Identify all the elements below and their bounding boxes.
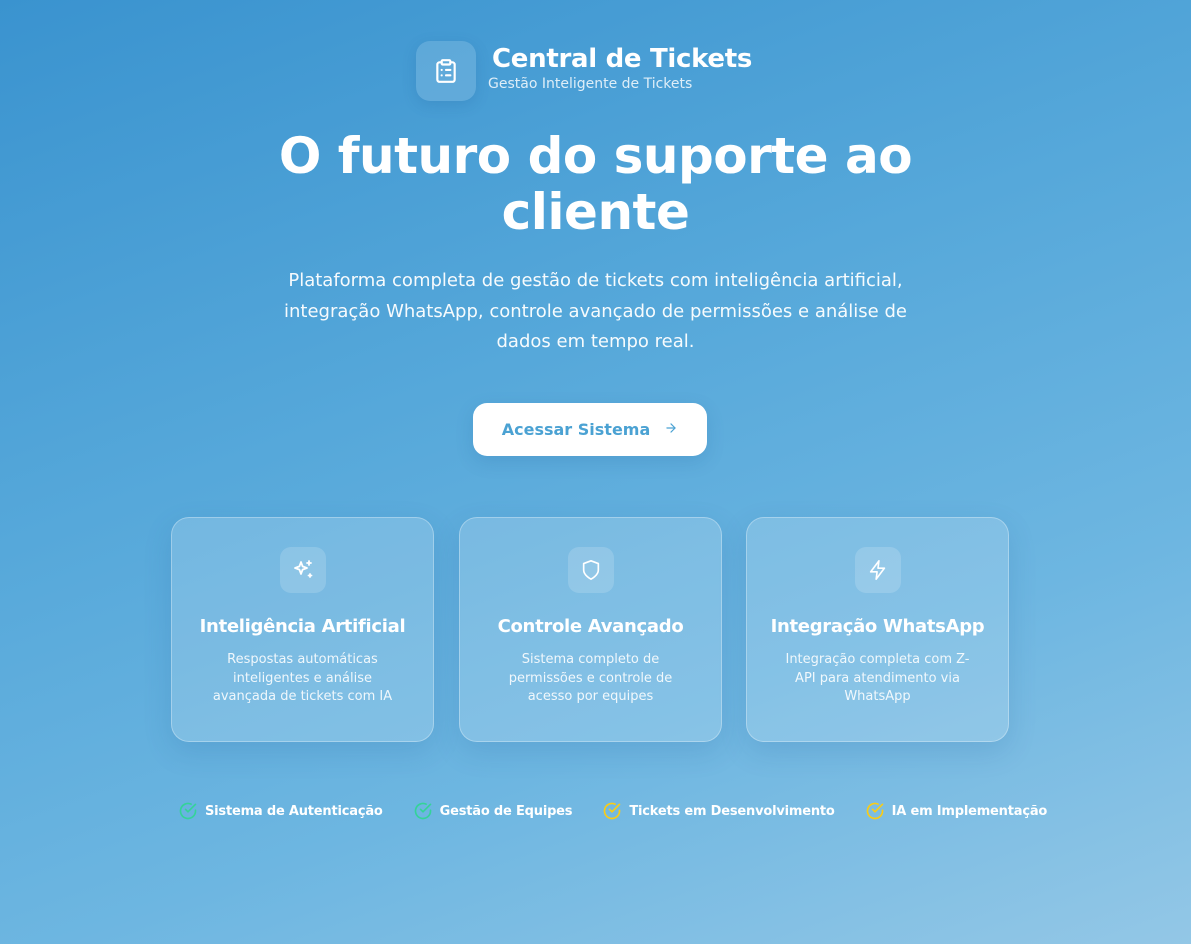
access-system-button[interactable]: Acessar Sistema	[473, 403, 707, 456]
hero-description: Plataforma completa de gestão de tickets…	[284, 270, 907, 352]
status-item-ai: IA em Implementação	[865, 801, 1048, 821]
feature-card-control: Controle Avançado Sistema completo de pe…	[459, 517, 722, 742]
feature-description: Integração completa com Z-API para atend…	[785, 652, 970, 704]
feature-description: Sistema completo de permissões e control…	[508, 652, 673, 704]
check-circle-icon	[414, 802, 431, 820]
clipboard-list-icon	[416, 41, 476, 101]
status-label: Gestão de Equipes	[439, 803, 573, 819]
landing-page: Central de Tickets Gestão Inteligente de…	[0, 0, 1191, 944]
feature-title: Integração WhatsApp	[770, 616, 985, 637]
feature-card-ai: Inteligência Artificial Respostas automá…	[171, 517, 434, 742]
hero-title-line-1: O futuro do suporte ao	[278, 127, 913, 185]
access-system-label: Acessar Sistema	[501, 420, 651, 439]
status-label: Sistema de Autenticação	[205, 803, 383, 819]
status-item-auth: Sistema de Autenticação	[178, 801, 383, 821]
hero-title: O futuro do suporte ao cliente	[0, 128, 1191, 240]
feature-description: Respostas automáticas inteligentes e aná…	[212, 652, 393, 704]
sparkles-icon	[279, 547, 326, 593]
check-circle-icon	[604, 802, 621, 820]
brand-header: Central de Tickets Gestão Inteligente de…	[416, 41, 752, 101]
status-label: IA em Implementação	[891, 803, 1048, 819]
status-list: Sistema de Autenticação Gestão de Equipe…	[178, 801, 1047, 821]
status-item-tickets: Tickets em Desenvolvimento	[602, 801, 835, 821]
status-item-teams: Gestão de Equipes	[413, 801, 573, 821]
lightning-icon	[854, 547, 901, 593]
feature-title: Inteligência Artificial	[199, 616, 406, 637]
status-label: Tickets em Desenvolvimento	[629, 803, 835, 819]
arrow-right-icon	[664, 420, 678, 439]
feature-card-whatsapp: Integração WhatsApp Integração completa …	[746, 517, 1009, 742]
check-circle-icon	[179, 802, 197, 820]
hero-title-line-2: cliente	[501, 183, 690, 241]
brand-subtitle: Gestão Inteligente de Tickets	[488, 76, 693, 92]
feature-title: Controle Avançado	[497, 616, 684, 637]
check-circle-icon	[866, 802, 883, 820]
shield-icon	[567, 547, 614, 593]
brand-title: Central de Tickets	[492, 44, 753, 74]
